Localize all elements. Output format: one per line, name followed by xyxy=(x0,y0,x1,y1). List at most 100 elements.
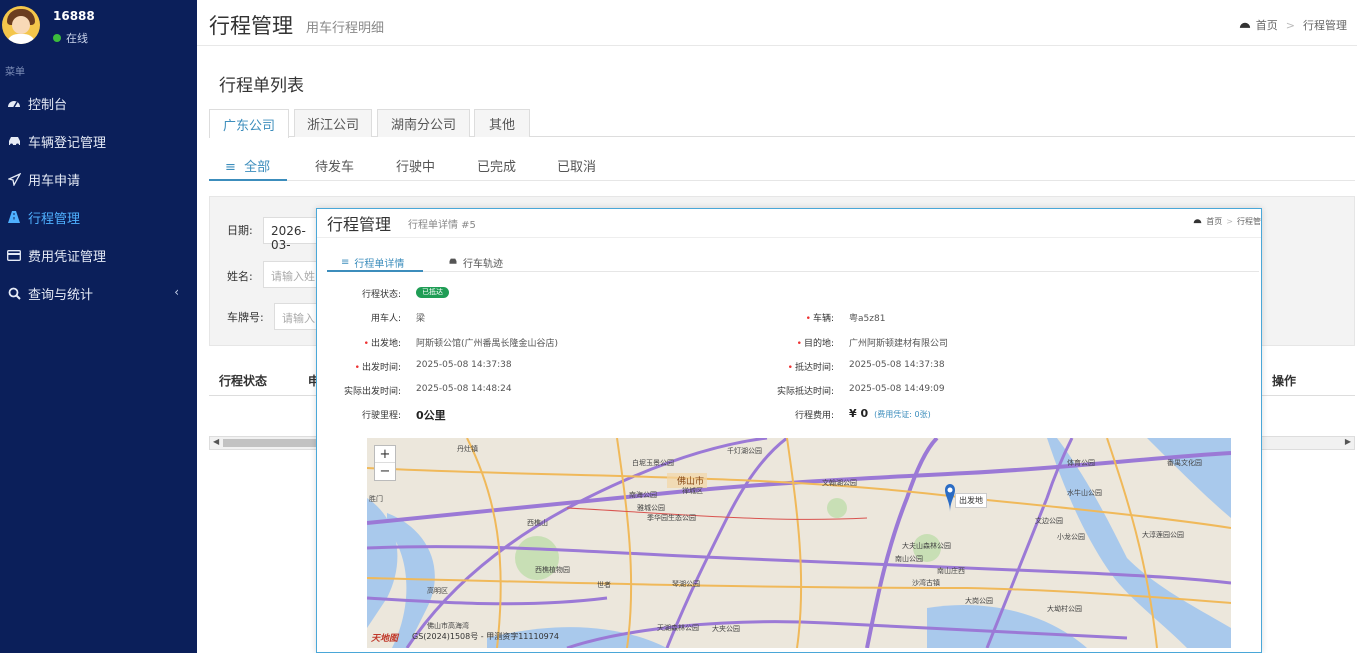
status-tab-pending[interactable]: 待发车 xyxy=(315,156,354,175)
search-icon xyxy=(6,285,22,301)
dashboard-icon xyxy=(6,95,22,111)
sidebar-item-label: 查询与统计 xyxy=(28,287,94,303)
zoom-out-button[interactable]: − xyxy=(375,463,395,480)
page-subtitle: 用车行程明细 xyxy=(306,21,385,36)
breadcrumb-separator: > xyxy=(1285,18,1295,32)
map-place-label: 胜门 xyxy=(369,495,383,503)
credit-card-icon xyxy=(6,247,22,263)
name-input[interactable]: 请输入姓 xyxy=(263,261,323,288)
status-tab-all[interactable]: ≡ 全部 xyxy=(225,156,270,175)
trip-detail-panel: 行程管理 行程单详情 #5 首页 > 行程管 ≡ 行程单详情 行车轨迹 行程状态… xyxy=(316,208,1262,653)
breadcrumb-home[interactable]: 首页 xyxy=(1206,216,1222,227)
map-place-label: 千灯湖公园 xyxy=(727,447,762,455)
online-dot-icon xyxy=(53,34,61,42)
breadcrumb-separator: > xyxy=(1226,217,1233,226)
scroll-left-icon[interactable]: ◀ xyxy=(213,437,219,446)
map-place-label: 体育公园 xyxy=(1067,459,1095,467)
map-place-label: 番禺文化园 xyxy=(1167,459,1202,467)
vehicle-value: 粤a5z81 xyxy=(849,314,886,324)
map-place-label: 南山庄西 xyxy=(937,567,965,575)
car-icon xyxy=(448,257,458,268)
status-tab-completed[interactable]: 已完成 xyxy=(477,156,516,175)
status-tabs: ≡ 全部 待发车 行驶中 已完成 已取消 xyxy=(209,150,1355,181)
detail-title: 行程管理 xyxy=(327,215,392,234)
tab-hunan[interactable]: 湖南分公司 xyxy=(377,109,470,137)
paper-plane-icon xyxy=(6,171,22,187)
sidebar-item-vehicle-request[interactable]: 用车申请 xyxy=(0,160,197,198)
name-label: 姓名: xyxy=(227,270,253,283)
user-name: 16888 xyxy=(53,9,95,23)
tab-zhejiang[interactable]: 浙江公司 xyxy=(294,109,372,137)
tab-other[interactable]: 其他 xyxy=(474,109,530,137)
status-tab-cancelled[interactable]: 已取消 xyxy=(557,156,596,175)
breadcrumb-current: 行程管 xyxy=(1237,217,1261,226)
actual-depart-label: 实际出发时间: xyxy=(343,387,401,397)
map-place-label: 大岗公园 xyxy=(965,597,993,605)
sidebar-item-label: 控制台 xyxy=(28,97,68,113)
sidebar-item-label: 用车申请 xyxy=(28,173,81,189)
list-icon: ≡ xyxy=(341,257,350,268)
car-icon xyxy=(6,133,22,149)
map-place-label: 白坭玉景公园 xyxy=(632,459,674,467)
sidebar-item-label: 费用凭证管理 xyxy=(28,249,107,265)
detail-tabs: ≡ 行程单详情 行车轨迹 xyxy=(327,252,1259,272)
detail-header: 行程管理 行程单详情 #5 首页 > 行程管 xyxy=(317,209,1261,238)
user-label: 用车人: xyxy=(370,314,401,324)
map-place-label: 季华园生态公园 xyxy=(647,514,696,522)
detail-breadcrumb: 首页 > 行程管 xyxy=(1193,216,1261,227)
scroll-right-icon[interactable]: ▶ xyxy=(1345,437,1351,446)
origin-value: 阿斯顿公馆(广州番禺长隆金山谷店) xyxy=(416,339,559,349)
sidebar-item-expense-voucher[interactable]: 费用凭证管理 xyxy=(0,236,197,274)
status-badge: 已抵达 xyxy=(416,287,449,298)
map-place-label: 琴湖公园 xyxy=(672,580,700,588)
sidebar: 16888 在线 菜单 控制台 车辆登记管理 用车申请 行程管理 费用凭证管理 … xyxy=(0,0,197,653)
cost-label: 行程费用: xyxy=(794,411,834,421)
user-value: 梁 xyxy=(416,314,426,324)
map-place-label: 水牛山公园 xyxy=(1067,489,1102,497)
active-tab-indicator xyxy=(209,179,287,181)
route-map[interactable]: 出发地 丹灶镇 白坭玉景公园 千灯湖公园 佛山市 禅城区 南海公园 文翰湖公园 … xyxy=(367,438,1231,648)
mileage-value: 0公里 xyxy=(416,409,446,422)
breadcrumb-home[interactable]: 首页 xyxy=(1256,17,1278,33)
map-place-label: 世者 xyxy=(597,581,611,589)
sidebar-item-dashboard[interactable]: 控制台 xyxy=(0,84,197,122)
tab-driving-track[interactable]: 行车轨迹 xyxy=(448,255,503,270)
date-input[interactable]: 2026-03- xyxy=(263,217,323,252)
list-icon: ≡ xyxy=(225,160,236,175)
vehicle-label: • 车辆: xyxy=(805,314,834,324)
map-place-label: 大淳莲园公园 xyxy=(1142,531,1184,539)
dashboard-icon xyxy=(1239,19,1251,32)
tab-trip-detail[interactable]: ≡ 行程单详情 xyxy=(341,255,404,270)
sidebar-item-label: 车辆登记管理 xyxy=(28,135,107,151)
status-tab-driving[interactable]: 行驶中 xyxy=(396,156,435,175)
breadcrumb-current: 行程管理 xyxy=(1303,19,1347,32)
sidebar-item-trip-management[interactable]: 行程管理 xyxy=(0,198,197,236)
cost-value: ¥ 0 (费用凭证: 0张) xyxy=(849,407,931,420)
actual-arrive-label: 实际抵达时间: xyxy=(776,387,834,397)
active-tab-indicator xyxy=(327,270,423,272)
chevron-left-icon[interactable]: ‹ xyxy=(174,285,179,299)
map-place-label: 雅城公园 xyxy=(637,504,665,512)
map-place-label: 西樵植物园 xyxy=(535,566,570,574)
dest-label: • 目的地: xyxy=(796,339,834,349)
map-place-label: 文翰湖公园 xyxy=(822,479,857,487)
zoom-in-button[interactable]: + xyxy=(375,446,395,463)
map-place-label: 丹灶镇 xyxy=(457,445,478,453)
map-place-label: 高明区 xyxy=(427,587,448,595)
depart-label: • 出发时间: xyxy=(354,363,401,373)
sidebar-item-vehicle-registration[interactable]: 车辆登记管理 xyxy=(0,122,197,160)
map-place-label: 南海公园 xyxy=(629,491,657,499)
sidebar-item-query-statistics[interactable]: 查询与统计 ‹ xyxy=(0,274,197,312)
cost-voucher-link[interactable]: (费用凭证: 0张) xyxy=(874,410,931,419)
page-header: 行程管理 用车行程明细 首页 > 行程管理 xyxy=(197,0,1357,46)
map-zoom-control: + − xyxy=(374,445,396,481)
tab-guangdong[interactable]: 广东公司 xyxy=(209,109,289,138)
dest-value: 广州阿斯顿建材有限公司 xyxy=(849,339,949,349)
map-place-label: 大夹公园 xyxy=(712,625,740,633)
col-action: 操作 xyxy=(1272,374,1297,388)
sidebar-menu: 控制台 车辆登记管理 用车申请 行程管理 费用凭证管理 查询与统计 ‹ xyxy=(0,84,197,312)
avatar[interactable] xyxy=(2,6,40,44)
road-icon xyxy=(6,209,22,225)
map-place-label: 文边公园 xyxy=(1035,517,1063,525)
page-title: 行程管理 xyxy=(209,14,293,38)
